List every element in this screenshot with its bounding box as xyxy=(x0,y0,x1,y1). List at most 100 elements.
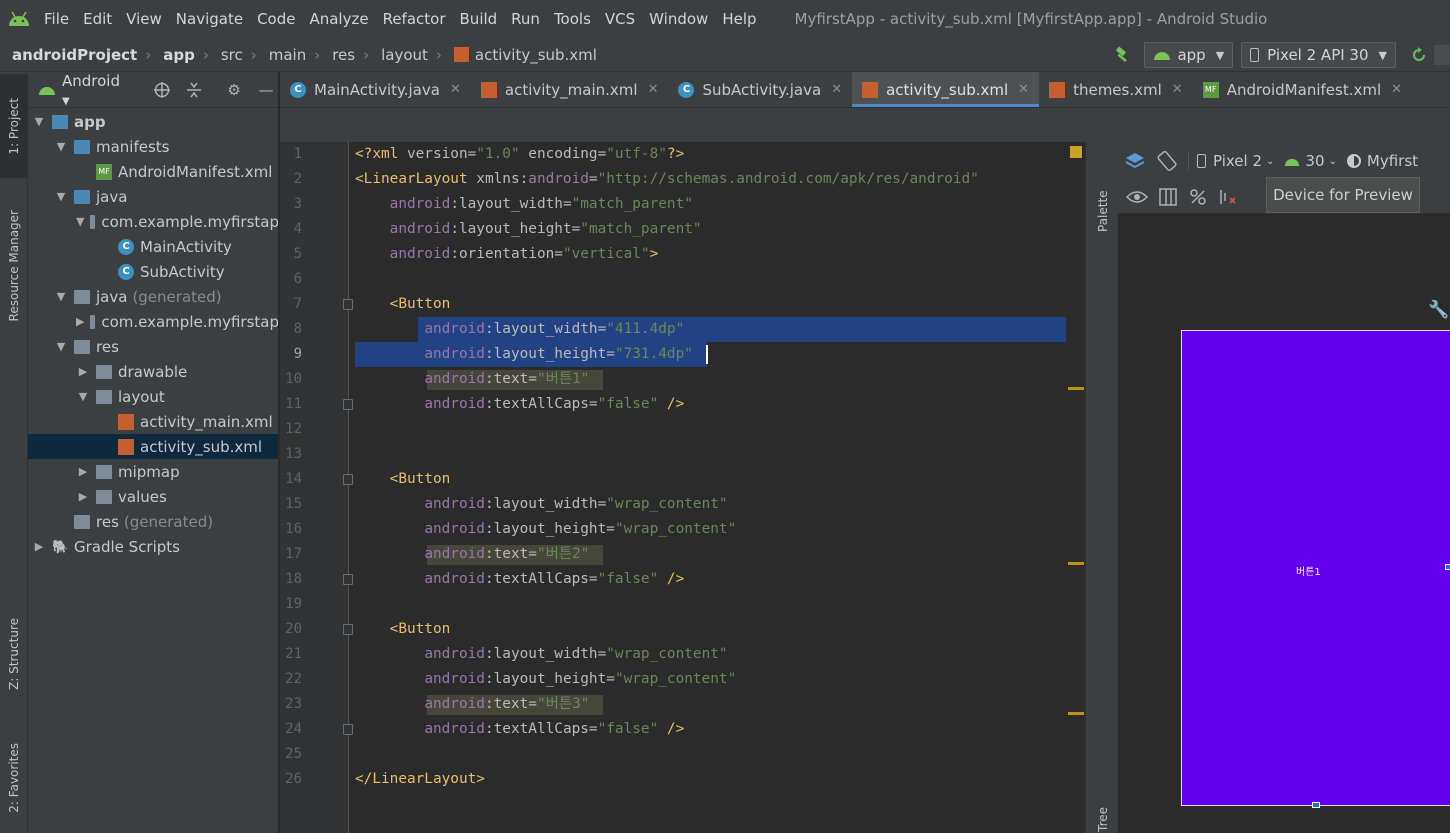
expanded-arrow-icon[interactable]: ▼ xyxy=(76,215,84,228)
tree-item[interactable]: MF AndroidManifest.xml xyxy=(28,159,278,184)
expanded-arrow-icon[interactable]: ▼ xyxy=(54,340,68,353)
code-line[interactable]: android:layout_width="wrap_content" xyxy=(355,642,727,667)
code-line[interactable]: android:layout_width="411.4dp" xyxy=(355,317,684,342)
minimize-icon[interactable]: — xyxy=(254,78,278,102)
collapsed-arrow-icon[interactable]: ▶ xyxy=(76,315,84,328)
expanded-arrow-icon[interactable]: ▼ xyxy=(32,115,46,128)
wrench-icon[interactable]: 🔧 xyxy=(1428,300,1449,320)
theme-selector[interactable]: Myfirst xyxy=(1346,152,1418,170)
code-line[interactable]: android:layout_width="match_parent" xyxy=(355,192,693,217)
warning-indicator-icon[interactable] xyxy=(1070,146,1082,158)
api-selector[interactable]: 30 ⌄ xyxy=(1284,152,1337,170)
close-icon[interactable]: ✕ xyxy=(648,82,659,97)
tree-item[interactable]: ▼ com.example.myfirstap xyxy=(28,209,278,234)
run-config-dropdown[interactable]: app ▼ xyxy=(1144,42,1234,68)
code-line[interactable]: android:layout_height="wrap_content" xyxy=(355,517,736,542)
autoconnect-off-icon[interactable] xyxy=(1188,187,1208,207)
menu-file[interactable]: File xyxy=(38,0,77,38)
code-line[interactable]: android:layout_width="wrap_content" xyxy=(355,492,727,517)
fold-marker-icon[interactable] xyxy=(343,624,353,635)
build-hammer-icon[interactable] xyxy=(1108,46,1136,64)
editor-tab[interactable]: themes.xml ✕ xyxy=(1039,72,1193,107)
close-icon[interactable]: ✕ xyxy=(1018,82,1029,97)
orientation-icon[interactable] xyxy=(1156,150,1178,172)
editor-tab[interactable]: activity_main.xml ✕ xyxy=(471,72,669,107)
warning-mark[interactable] xyxy=(1068,387,1084,390)
menu-view[interactable]: View xyxy=(120,0,170,38)
tree-item[interactable]: activity_main.xml xyxy=(28,409,278,434)
tree-item[interactable]: ▶ drawable xyxy=(28,359,278,384)
code-line[interactable]: android:layout_height="match_parent" xyxy=(355,217,702,242)
code-line[interactable]: <Button xyxy=(355,467,451,492)
code-line[interactable]: <LinearLayout xmlns:android="http://sche… xyxy=(355,167,979,192)
code-line[interactable]: <Button xyxy=(355,617,451,642)
breadcrumb-item[interactable]: activity_sub.xml xyxy=(442,46,597,64)
tab-project[interactable]: 1: Project xyxy=(0,74,28,178)
breadcrumb-item[interactable]: src xyxy=(209,46,243,64)
code-line[interactable]: android:text="버튼2" xyxy=(355,542,589,567)
code-line[interactable]: android:textAllCaps="false" /> xyxy=(355,392,684,417)
code-line[interactable]: android:textAllCaps="false" /> xyxy=(355,717,684,742)
breadcrumb-item[interactable]: app xyxy=(151,46,195,64)
breadcrumb-item[interactable]: androidProject xyxy=(0,46,137,64)
tab-structure[interactable]: Z: Structure xyxy=(0,604,28,704)
resize-handle[interactable] xyxy=(1445,564,1450,570)
menu-window[interactable]: Window xyxy=(643,0,716,38)
tab-resource-manager[interactable]: Resource Manager xyxy=(0,196,28,336)
menu-build[interactable]: Build xyxy=(454,0,506,38)
warning-mark[interactable] xyxy=(1068,562,1084,565)
code-line[interactable]: </LinearLayout> xyxy=(355,767,485,792)
gear-icon[interactable]: ⚙ xyxy=(222,78,246,102)
tab-component-tree[interactable]: Tree xyxy=(1086,798,1119,832)
code-line[interactable]: android:textAllCaps="false" /> xyxy=(355,567,684,592)
device-selector[interactable]: Pixel 2 ⌄ xyxy=(1188,152,1274,170)
code-line[interactable]: android:layout_height="731.4dp" xyxy=(355,342,693,367)
tree-item[interactable]: ▼ java xyxy=(28,184,278,209)
menu-help[interactable]: Help xyxy=(716,0,764,38)
warning-mark[interactable] xyxy=(1068,712,1084,715)
fold-marker-icon[interactable] xyxy=(343,399,353,410)
expanded-arrow-icon[interactable]: ▼ xyxy=(54,140,68,153)
editor-tab[interactable]: C MainActivity.java ✕ xyxy=(280,72,471,107)
collapsed-arrow-icon[interactable]: ▶ xyxy=(76,490,90,503)
tree-item[interactable]: ▼ manifests xyxy=(28,134,278,159)
breadcrumb-item[interactable]: res xyxy=(320,46,355,64)
code-line[interactable]: <?xml version="1.0" encoding="utf-8"?> xyxy=(355,142,684,167)
tab-palette[interactable]: Palette xyxy=(1086,162,1119,232)
fold-marker-icon[interactable] xyxy=(343,299,353,310)
locate-target-icon[interactable] xyxy=(150,78,174,102)
tree-item[interactable]: ▶ mipmap xyxy=(28,459,278,484)
close-icon[interactable]: ✕ xyxy=(831,82,842,97)
tab-favorites[interactable]: 2: Favorites xyxy=(0,728,28,828)
fold-marker-icon[interactable] xyxy=(343,724,353,735)
collapsed-arrow-icon[interactable]: ▶ xyxy=(76,365,90,378)
close-icon[interactable]: ✕ xyxy=(1172,82,1183,97)
code-line[interactable]: android:text="버튼1" xyxy=(355,367,589,392)
menu-edit[interactable]: Edit xyxy=(77,0,120,38)
code-line[interactable]: android:text="버튼3" xyxy=(355,692,589,717)
project-view-selector[interactable]: Android ▼ xyxy=(62,72,132,108)
layers-icon[interactable] xyxy=(1124,150,1146,172)
collapsed-arrow-icon[interactable]: ▶ xyxy=(76,465,90,478)
run-icon[interactable] xyxy=(1434,45,1450,65)
apply-changes-icon[interactable] xyxy=(1404,46,1434,64)
fold-marker-icon[interactable] xyxy=(343,474,353,485)
menu-vcs[interactable]: VCS xyxy=(599,0,643,38)
menu-refactor[interactable]: Refactor xyxy=(377,0,454,38)
collapsed-arrow-icon[interactable]: ▶ xyxy=(32,540,46,553)
tree-item[interactable]: C MainActivity xyxy=(28,234,278,259)
menu-run[interactable]: Run xyxy=(505,0,548,38)
menu-navigate[interactable]: Navigate xyxy=(170,0,251,38)
code-line[interactable]: android:layout_height="wrap_content" xyxy=(355,667,736,692)
close-icon[interactable]: ✕ xyxy=(1391,82,1402,97)
tree-item[interactable]: ▶ 🐘 Gradle Scripts xyxy=(28,534,278,559)
editor-tab[interactable]: activity_sub.xml ✕ xyxy=(852,72,1040,107)
tree-item[interactable]: ▼ layout xyxy=(28,384,278,409)
blueprint-icon[interactable] xyxy=(1158,187,1178,207)
expanded-arrow-icon[interactable]: ▼ xyxy=(54,290,68,303)
clear-constraints-icon[interactable] xyxy=(1218,187,1238,207)
editor-tab[interactable]: MF AndroidManifest.xml ✕ xyxy=(1193,72,1412,107)
tree-item[interactable]: ▼ java (generated) xyxy=(28,284,278,309)
breadcrumb-item[interactable]: main xyxy=(257,46,306,64)
resize-handle[interactable] xyxy=(1312,802,1320,808)
